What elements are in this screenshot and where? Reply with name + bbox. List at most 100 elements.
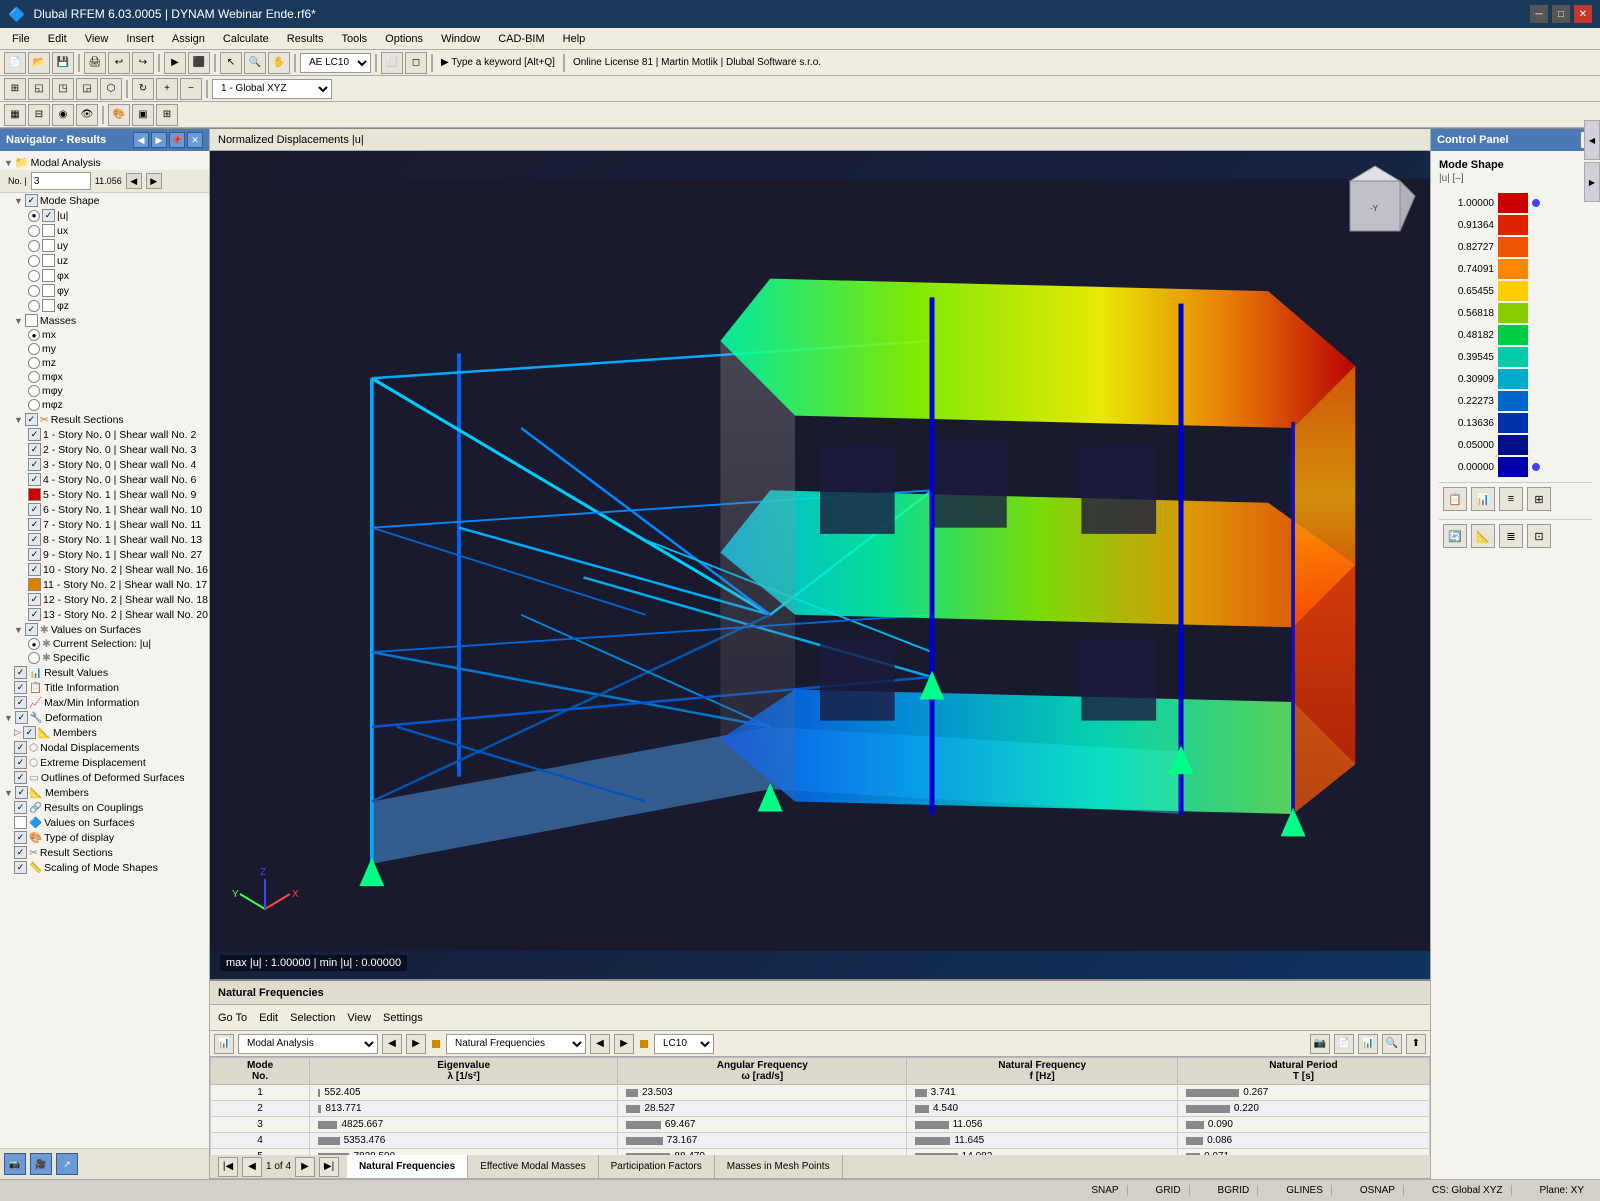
extreme-disp-item[interactable]: ⬡ Extreme Displacement [0,755,209,770]
nav-video-btn[interactable]: 🎥 [30,1153,52,1175]
rs11-cb[interactable] [28,578,41,591]
run-btn[interactable]: ▶ [164,52,186,74]
menu-file[interactable]: File [4,31,38,47]
bp-tool3[interactable]: 📊 [1358,1034,1378,1054]
mphiz-item[interactable]: mφz [0,398,209,412]
mz-item[interactable]: mz [0,356,209,370]
cs-dropdown[interactable]: 1 - Global XYZ [212,79,332,99]
stop-btn[interactable]: ⬛ [188,52,210,74]
uz-radio[interactable] [28,255,40,267]
mx-item[interactable]: mx [0,328,209,342]
zoom-in-btn[interactable]: + [156,78,178,100]
mphiz-radio[interactable] [28,399,40,411]
minimize-button[interactable]: ─ [1530,5,1548,23]
deformation-parent[interactable]: ▼ 🔧 Deformation [0,710,209,725]
render-btn[interactable]: ⬜ [381,52,403,74]
rs-13[interactable]: 13 - Story No. 2 | Shear wall No. 20 [0,607,209,622]
display-btn[interactable]: ◉ [52,104,74,126]
type-display-item[interactable]: 🎨 Type of display [0,830,209,845]
show-btn[interactable]: 👁 [76,104,98,126]
bp-prev-btn[interactable]: ◀ [382,1034,402,1054]
menu-insert[interactable]: Insert [118,31,162,47]
u-checkbox[interactable] [42,209,55,222]
menu-tools[interactable]: Tools [333,31,375,47]
nav-arrow-btn[interactable]: ↗ [56,1153,78,1175]
u-radio[interactable] [28,210,40,222]
save-btn[interactable]: 💾 [52,52,74,74]
rs-11[interactable]: 11 - Story No. 2 | Shear wall No. 17 [0,577,209,592]
menu-help[interactable]: Help [555,31,594,47]
rs-8[interactable]: 8 - Story No. 1 | Shear wall No. 13 [0,532,209,547]
mphix-item[interactable]: mφx [0,370,209,384]
lc-dropdown[interactable]: LC10 [654,1034,714,1054]
zoom-btn[interactable]: 🔍 [244,52,266,74]
uz-checkbox[interactable] [42,254,55,267]
def-checkbox[interactable] [15,711,28,724]
mesh-btn[interactable]: ⊞ [156,104,178,126]
mode-u-item[interactable]: |u| [0,208,209,223]
current-sel-radio[interactable] [28,638,40,650]
menu-edit[interactable]: Edit [40,31,75,47]
table-scroll[interactable]: ModeNo. Eigenvalueλ [1/s²] Angular Frequ… [210,1057,1430,1155]
mx-radio[interactable] [28,329,40,341]
masses-checkbox[interactable] [25,314,38,327]
vsb-cb[interactable] [14,816,27,829]
rs9-cb[interactable] [28,548,41,561]
goto-btn[interactable]: Go To [218,1012,247,1024]
nav-pin-btn[interactable]: 📌 [169,132,185,148]
vs-checkbox[interactable] [25,623,38,636]
view-top-btn[interactable]: ◲ [76,78,98,100]
rs-12[interactable]: 12 - Story No. 2 | Shear wall No. 18 [0,592,209,607]
menu-results[interactable]: Results [279,31,332,47]
rs-6[interactable]: 6 - Story No. 1 | Shear wall No. 10 [0,502,209,517]
result-sections-parent[interactable]: ▼ ✂ Result Sections [0,412,209,427]
surface-btn[interactable]: ▣ [132,104,154,126]
rs10-cb[interactable] [28,563,41,576]
layer-btn[interactable]: ▦ [4,104,26,126]
ol-cb[interactable] [14,771,27,784]
rs-5[interactable]: 5 - Story No. 1 | Shear wall No. 9 [0,487,209,502]
ti-checkbox[interactable] [14,681,27,694]
bp-next2-btn[interactable]: ▶ [614,1034,634,1054]
my-radio[interactable] [28,343,40,355]
ux-checkbox[interactable] [42,224,55,237]
cp-icon2[interactable]: 📊 [1471,487,1495,511]
freq-prev-btn[interactable]: ◀ [126,173,142,189]
mphiy-radio[interactable] [28,385,40,397]
zoom-out-btn[interactable]: − [180,78,202,100]
wireframe-btn[interactable]: ◻ [405,52,427,74]
outlines-item[interactable]: ▭ Outlines of Deformed Surfaces [0,770,209,785]
menu-options[interactable]: Options [377,31,431,47]
rs-9[interactable]: 9 - Story No. 1 | Shear wall No. 27 [0,547,209,562]
cube-navigator[interactable]: -Y [1330,161,1420,254]
menu-view[interactable]: View [77,31,117,47]
mode-phix-item[interactable]: φx [0,268,209,283]
nav-left-btn[interactable]: ◀ [133,132,149,148]
def-mem-cb[interactable] [23,726,36,739]
mm-checkbox[interactable] [14,696,27,709]
mphix-radio[interactable] [28,371,40,383]
phix-radio[interactable] [28,270,40,282]
nodal-disp-item[interactable]: ⬡ Nodal Displacements [0,740,209,755]
mode-ux-item[interactable]: ux [0,223,209,238]
mode-shape-parent[interactable]: ▼ Mode Shape [0,193,209,208]
filter-btn[interactable]: ⊟ [28,104,50,126]
menu-assign[interactable]: Assign [164,31,213,47]
scaling-item[interactable]: 📏 Scaling of Mode Shapes [0,860,209,875]
tab-effective-modal[interactable]: Effective Modal Masses [468,1155,598,1178]
bp-tool1[interactable]: 📷 [1310,1034,1330,1054]
menu-window[interactable]: Window [433,31,488,47]
mode-uy-item[interactable]: uy [0,238,209,253]
tab-natural-freq[interactable]: Natural Frequencies [347,1155,468,1178]
rs6-cb[interactable] [28,503,41,516]
maximize-button[interactable]: □ [1552,5,1570,23]
freq-next-btn[interactable]: ▶ [146,173,162,189]
rs8-cb[interactable] [28,533,41,546]
freq-input[interactable] [31,172,91,190]
modal-analysis-item[interactable]: ▼ 📁 Modal Analysis [0,155,209,170]
settings-btn[interactable]: Settings [383,1012,423,1024]
view-side-btn[interactable]: ◳ [52,78,74,100]
menu-calculate[interactable]: Calculate [215,31,277,47]
mphiy-item[interactable]: mφy [0,384,209,398]
values-surfaces-bottom[interactable]: 🔷 Values on Surfaces [0,815,209,830]
